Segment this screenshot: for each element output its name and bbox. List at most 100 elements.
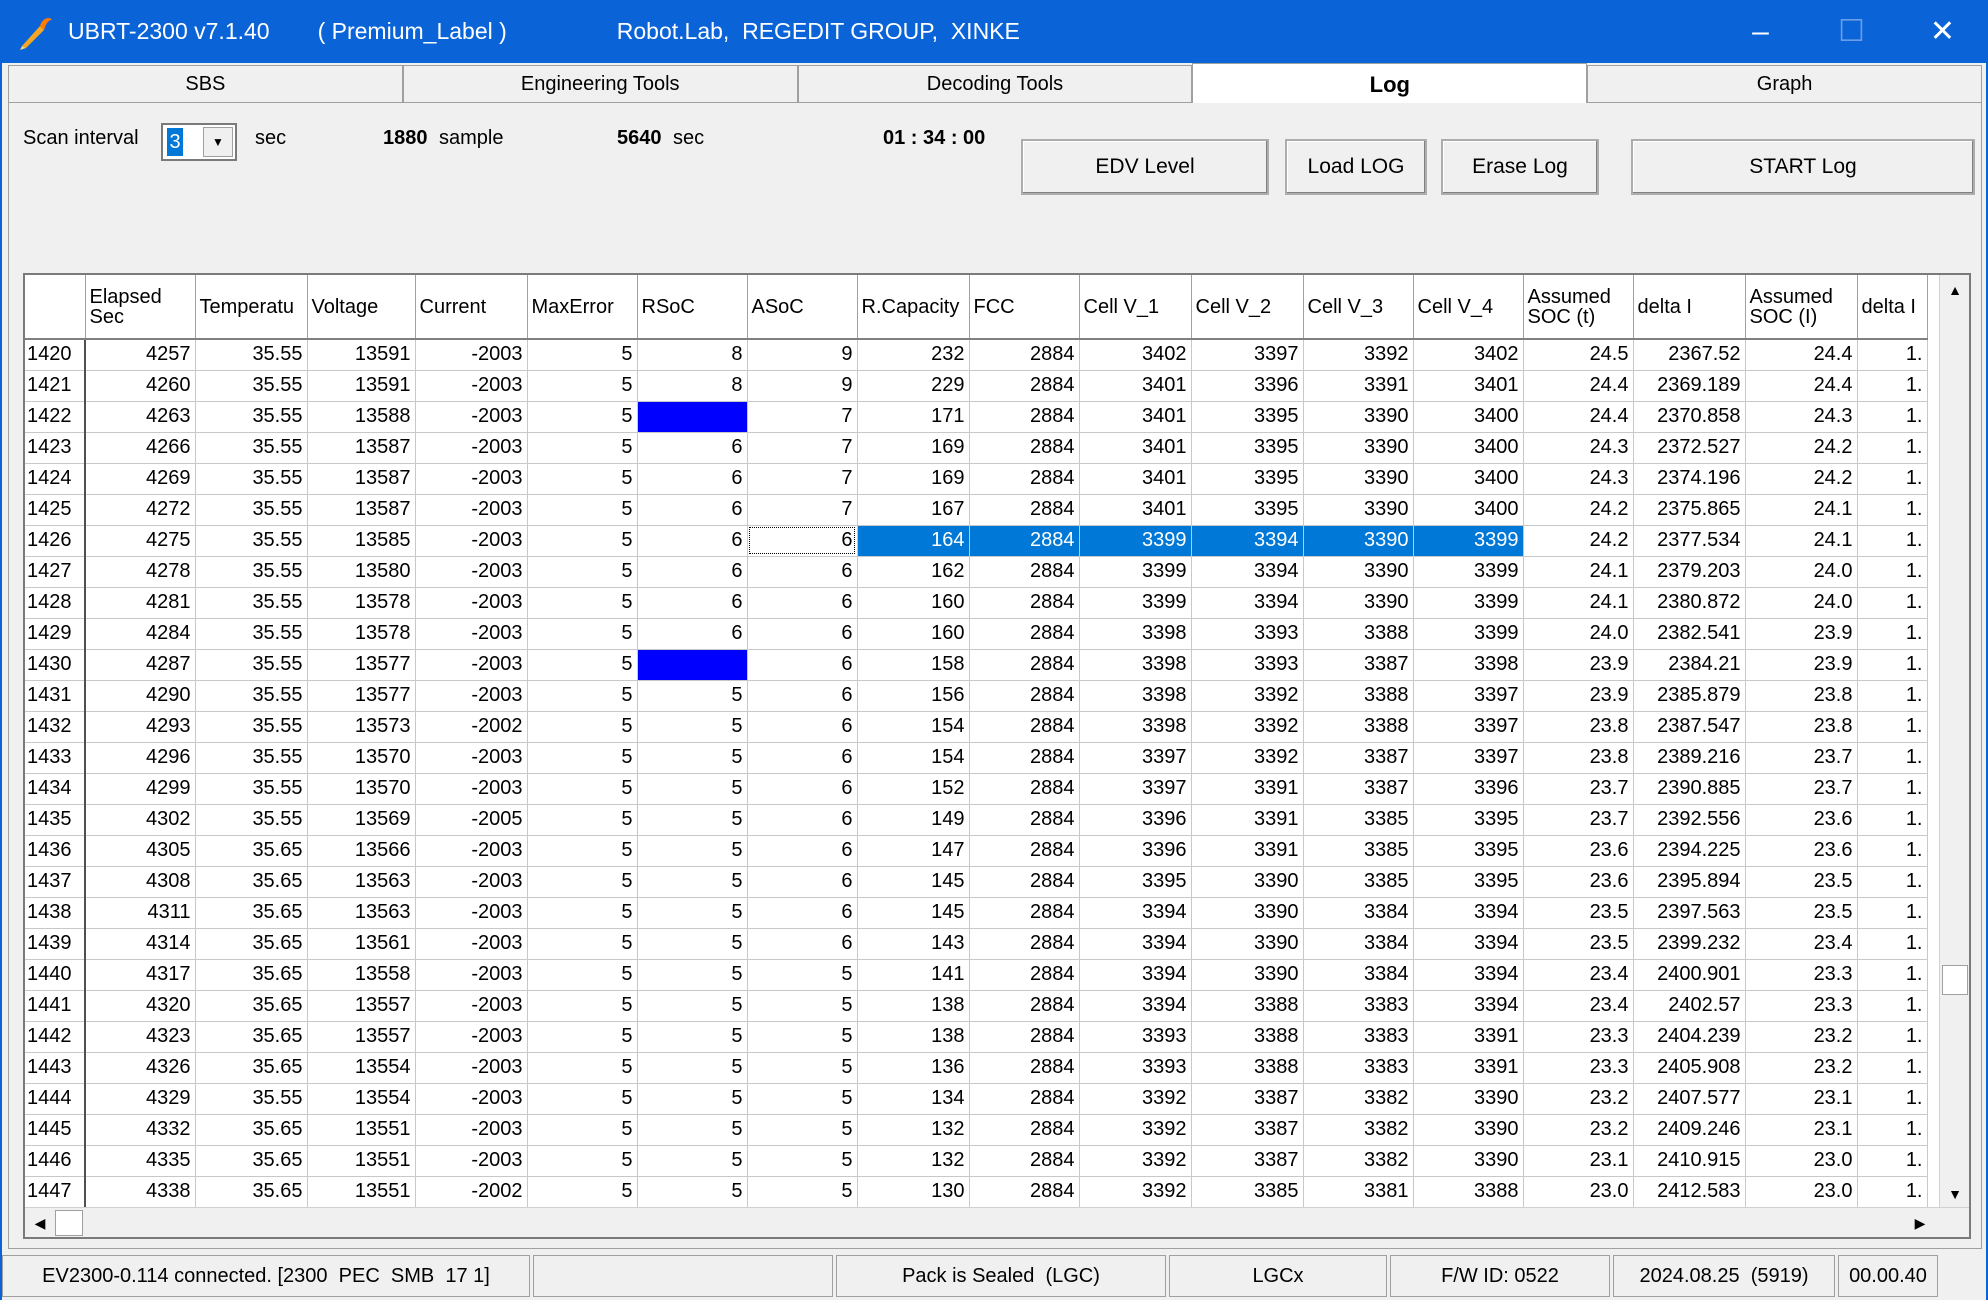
table-cell[interactable]: 13587 [307,494,416,526]
table-cell[interactable]: 2884 [969,432,1080,464]
row-number[interactable]: 1437 [25,866,86,898]
table-cell[interactable]: 2884 [969,1114,1080,1146]
table-cell[interactable]: 6 [637,463,748,495]
table-cell[interactable]: 1. [1857,618,1928,650]
table-cell[interactable]: 23.0 [1745,1176,1858,1208]
table-cell[interactable]: 13588 [307,401,416,433]
table-cell[interactable]: 13577 [307,649,416,681]
column-header[interactable]: Elapsed Sec [85,275,196,340]
table-cell[interactable]: 8 [637,339,748,371]
table-cell[interactable]: 3388 [1191,1021,1304,1053]
tab-sbs[interactable]: SBS [8,65,403,103]
table-cell[interactable]: 145 [857,897,970,929]
table-cell[interactable]: 23.3 [1745,959,1858,991]
start-log-button[interactable]: START Log [1631,139,1975,195]
table-cell[interactable]: 23.5 [1745,897,1858,929]
table-cell[interactable]: 6 [747,649,858,681]
table-cell[interactable]: 3390 [1413,1083,1524,1115]
table-cell[interactable]: 4287 [85,649,196,681]
table-cell[interactable]: 2404.239 [1633,1021,1746,1053]
table-cell[interactable]: 1. [1857,649,1928,681]
table-cell[interactable]: 2407.577 [1633,1083,1746,1115]
table-cell[interactable]: 3390 [1413,1145,1524,1177]
table-cell[interactable]: 23.9 [1745,618,1858,650]
table-cell[interactable]: 23.1 [1523,1145,1634,1177]
table-cell[interactable]: 2884 [969,990,1080,1022]
table-cell[interactable]: 6 [747,742,858,774]
table-cell[interactable]: 5 [527,1021,638,1053]
table-cell[interactable]: 35.55 [195,463,308,495]
table-cell[interactable]: 3385 [1191,1176,1304,1208]
table-cell[interactable]: 3387 [1303,773,1414,805]
table-cell[interactable]: 2387.547 [1633,711,1746,743]
table-cell[interactable]: 23.0 [1745,1145,1858,1177]
table-cell[interactable]: 5 [527,835,638,867]
table-cell[interactable]: 2410.915 [1633,1145,1746,1177]
table-cell[interactable]: 2884 [969,1021,1080,1053]
column-header[interactable]: RSoC [637,275,748,340]
table-cell[interactable]: 3393 [1191,649,1304,681]
table-cell[interactable]: 143 [857,928,970,960]
table-cell[interactable]: 2390.885 [1633,773,1746,805]
table-cell[interactable]: 3390 [1413,1114,1524,1146]
table-cell[interactable]: -2002 [415,711,528,743]
table-cell[interactable]: 23.6 [1523,835,1634,867]
row-number[interactable]: 1439 [25,928,86,960]
table-cell[interactable]: 6 [637,525,748,557]
table-cell[interactable]: -2003 [415,649,528,681]
table-cell[interactable]: 3392 [1303,339,1414,371]
table-cell[interactable]: 9 [747,370,858,402]
table-cell[interactable]: 2884 [969,525,1080,557]
row-number[interactable]: 1434 [25,773,86,805]
table-row[interactable]: 1435 4302 35.55 13569 -2005 5 5 6 149 2884 3396 339… [25,804,1928,836]
column-header[interactable]: delta I [1633,275,1746,340]
table-cell[interactable]: 3395 [1413,835,1524,867]
log-grid[interactable]: Elapsed Sec Temperatu Voltage Current MaxErr… [23,273,1971,1239]
table-cell[interactable]: 23.6 [1745,804,1858,836]
table-cell[interactable]: 5 [637,835,748,867]
table-cell[interactable]: 5 [637,649,748,681]
table-cell[interactable]: 2375.865 [1633,494,1746,526]
table-cell[interactable]: 1. [1857,959,1928,991]
table-cell[interactable]: 2400.901 [1633,959,1746,991]
table-cell[interactable]: 3385 [1303,804,1414,836]
table-cell[interactable]: 2884 [969,401,1080,433]
table-cell[interactable]: 24.4 [1523,370,1634,402]
table-cell[interactable]: 3395 [1191,463,1304,495]
table-cell[interactable]: 1. [1857,587,1928,619]
table-cell[interactable]: 3394 [1079,928,1192,960]
table-cell[interactable]: 3399 [1413,618,1524,650]
table-cell[interactable]: 3387 [1303,649,1414,681]
table-cell[interactable]: 24.0 [1745,556,1858,588]
table-cell[interactable]: 1. [1857,370,1928,402]
table-row[interactable]: 1424 4269 35.55 13587 -2003 5 6 7 169 2884 3401 339… [25,463,1928,495]
table-cell[interactable]: 2884 [969,339,1080,371]
column-header[interactable]: Cell V_1 [1079,275,1192,340]
table-cell[interactable]: 3396 [1413,773,1524,805]
row-number[interactable]: 1424 [25,463,86,495]
row-number[interactable]: 1441 [25,990,86,1022]
table-cell[interactable]: 2392.556 [1633,804,1746,836]
table-cell[interactable]: 3393 [1191,618,1304,650]
table-cell[interactable]: 35.55 [195,494,308,526]
table-cell[interactable]: 5 [527,897,638,929]
table-cell[interactable]: 2385.879 [1633,680,1746,712]
table-cell[interactable]: 1. [1857,835,1928,867]
table-cell[interactable]: 5 [747,1083,858,1115]
table-cell[interactable]: 229 [857,370,970,402]
table-cell[interactable]: 3387 [1191,1145,1304,1177]
row-number[interactable]: 1430 [25,649,86,681]
table-cell[interactable]: 13557 [307,990,416,1022]
table-cell[interactable]: 5 [527,804,638,836]
scroll-down-icon[interactable]: ▼ [1940,1179,1969,1209]
table-cell[interactable]: -2003 [415,959,528,991]
table-cell[interactable]: 35.55 [195,649,308,681]
table-cell[interactable]: 23.6 [1745,835,1858,867]
table-cell[interactable]: 24.0 [1523,618,1634,650]
table-cell[interactable]: 4257 [85,339,196,371]
table-cell[interactable]: 23.2 [1745,1052,1858,1084]
table-cell[interactable]: 5 [637,1052,748,1084]
table-cell[interactable]: 149 [857,804,970,836]
table-cell[interactable]: -2003 [415,1145,528,1177]
table-cell[interactable]: 138 [857,1021,970,1053]
